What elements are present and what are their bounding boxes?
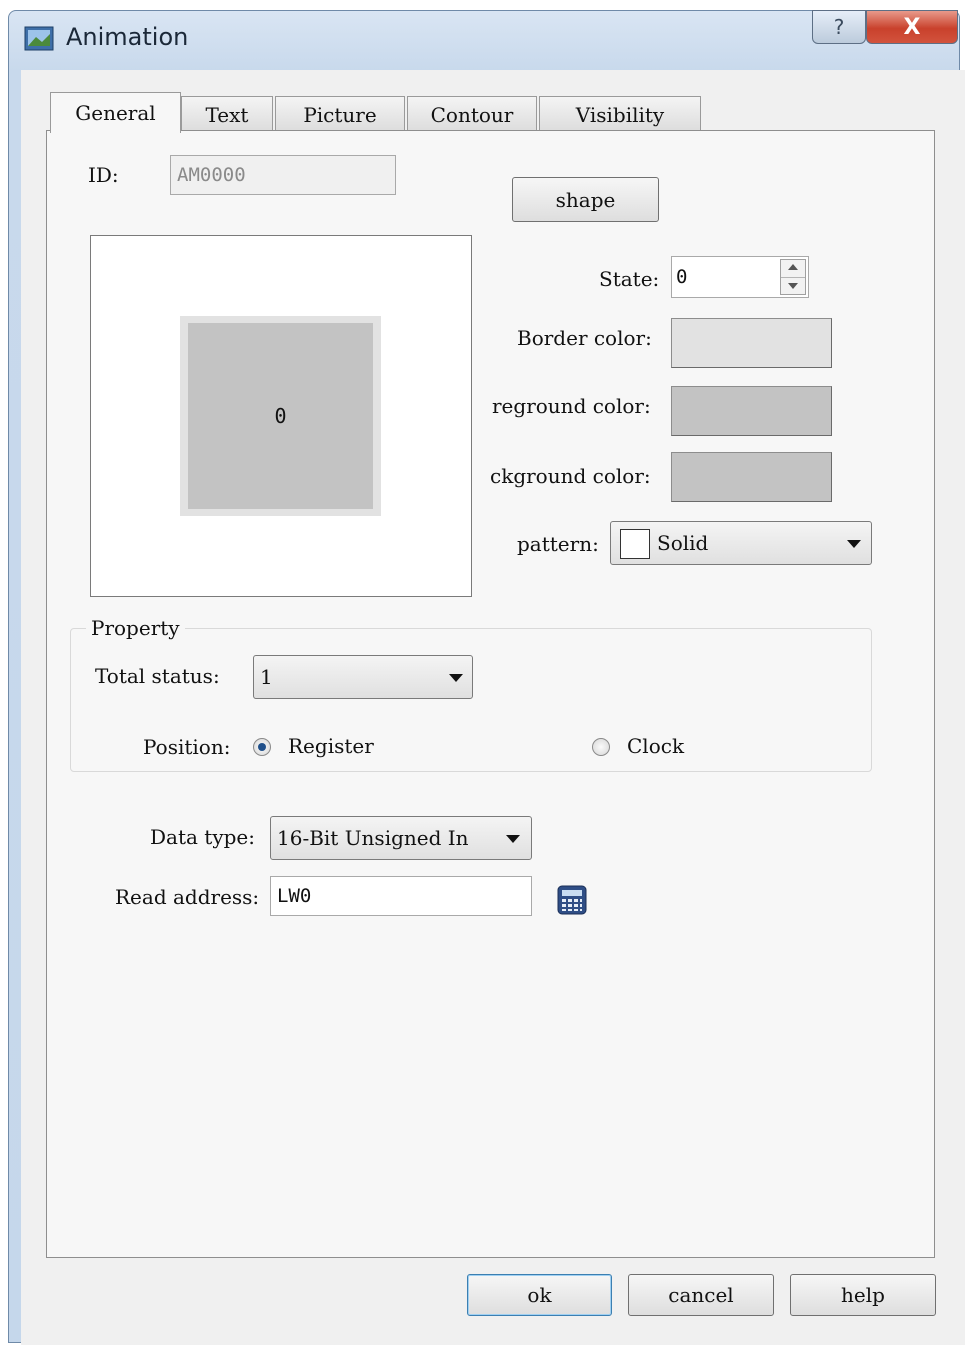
help-button[interactable]: help	[790, 1274, 936, 1316]
foreground-color-swatch[interactable]	[671, 386, 832, 436]
total-status-select[interactable]: 1	[253, 655, 473, 699]
window-title: Animation	[66, 23, 189, 51]
total-status-value: 1	[260, 665, 273, 689]
close-icon: X	[903, 14, 921, 40]
total-status-label: Total status:	[95, 664, 220, 688]
shape-button[interactable]: shape	[512, 177, 659, 222]
radio-selected-dot	[258, 743, 266, 751]
data-type-select[interactable]: 16-Bit Unsigned In	[270, 816, 532, 860]
background-color-label: ckground color:	[490, 464, 651, 488]
read-address-field[interactable]: LW0	[270, 876, 532, 916]
state-value: 0	[676, 266, 688, 288]
state-label: State:	[599, 267, 660, 291]
register-label[interactable]: Register	[288, 734, 374, 758]
foreground-color-label: reground color:	[492, 394, 651, 418]
chevron-down-icon	[847, 540, 861, 548]
clock-label[interactable]: Clock	[627, 734, 684, 758]
tab-picture[interactable]: Picture	[275, 96, 405, 132]
spin-down-icon[interactable]	[788, 283, 798, 289]
position-label: Position:	[143, 735, 231, 759]
read-address-label: Read address:	[115, 885, 260, 909]
data-type-label: Data type:	[150, 825, 255, 849]
chevron-down-icon	[506, 835, 520, 843]
calculator-icon[interactable]	[556, 884, 588, 916]
id-field[interactable]: AM0000	[170, 155, 396, 195]
id-label: ID:	[88, 163, 119, 187]
spinner-divider	[781, 277, 805, 278]
help-caption-button[interactable]: ?	[812, 10, 866, 44]
border-color-swatch[interactable]	[671, 318, 832, 368]
pattern-value: Solid	[657, 531, 709, 555]
cancel-button[interactable]: cancel	[628, 1274, 774, 1316]
property-legend: Property	[86, 616, 185, 640]
pattern-label: pattern:	[517, 532, 599, 556]
tab-general[interactable]: General	[50, 92, 181, 133]
border-color-label: Border color:	[517, 326, 652, 350]
clock-radio[interactable]	[592, 738, 610, 756]
chevron-down-icon	[449, 674, 463, 682]
ok-button[interactable]: ok	[467, 1274, 612, 1316]
state-spinner[interactable]	[780, 259, 806, 295]
preview-box: 0	[90, 235, 472, 597]
close-button[interactable]: X	[866, 10, 958, 44]
preview-shape-border: 0	[180, 316, 381, 516]
pattern-select[interactable]: Solid	[610, 521, 872, 565]
preview-state-value: 0	[188, 323, 373, 509]
spin-up-icon[interactable]	[788, 264, 798, 270]
tab-text[interactable]: Text	[181, 96, 273, 132]
app-icon	[24, 26, 54, 51]
tab-contour[interactable]: Contour	[407, 96, 537, 132]
pattern-preview-icon	[620, 529, 650, 559]
data-type-value: 16-Bit Unsigned In	[277, 826, 469, 850]
background-color-swatch[interactable]	[671, 452, 832, 502]
register-radio[interactable]	[253, 738, 271, 756]
question-icon: ?	[833, 15, 845, 39]
tab-visibility[interactable]: Visibility	[539, 96, 701, 132]
